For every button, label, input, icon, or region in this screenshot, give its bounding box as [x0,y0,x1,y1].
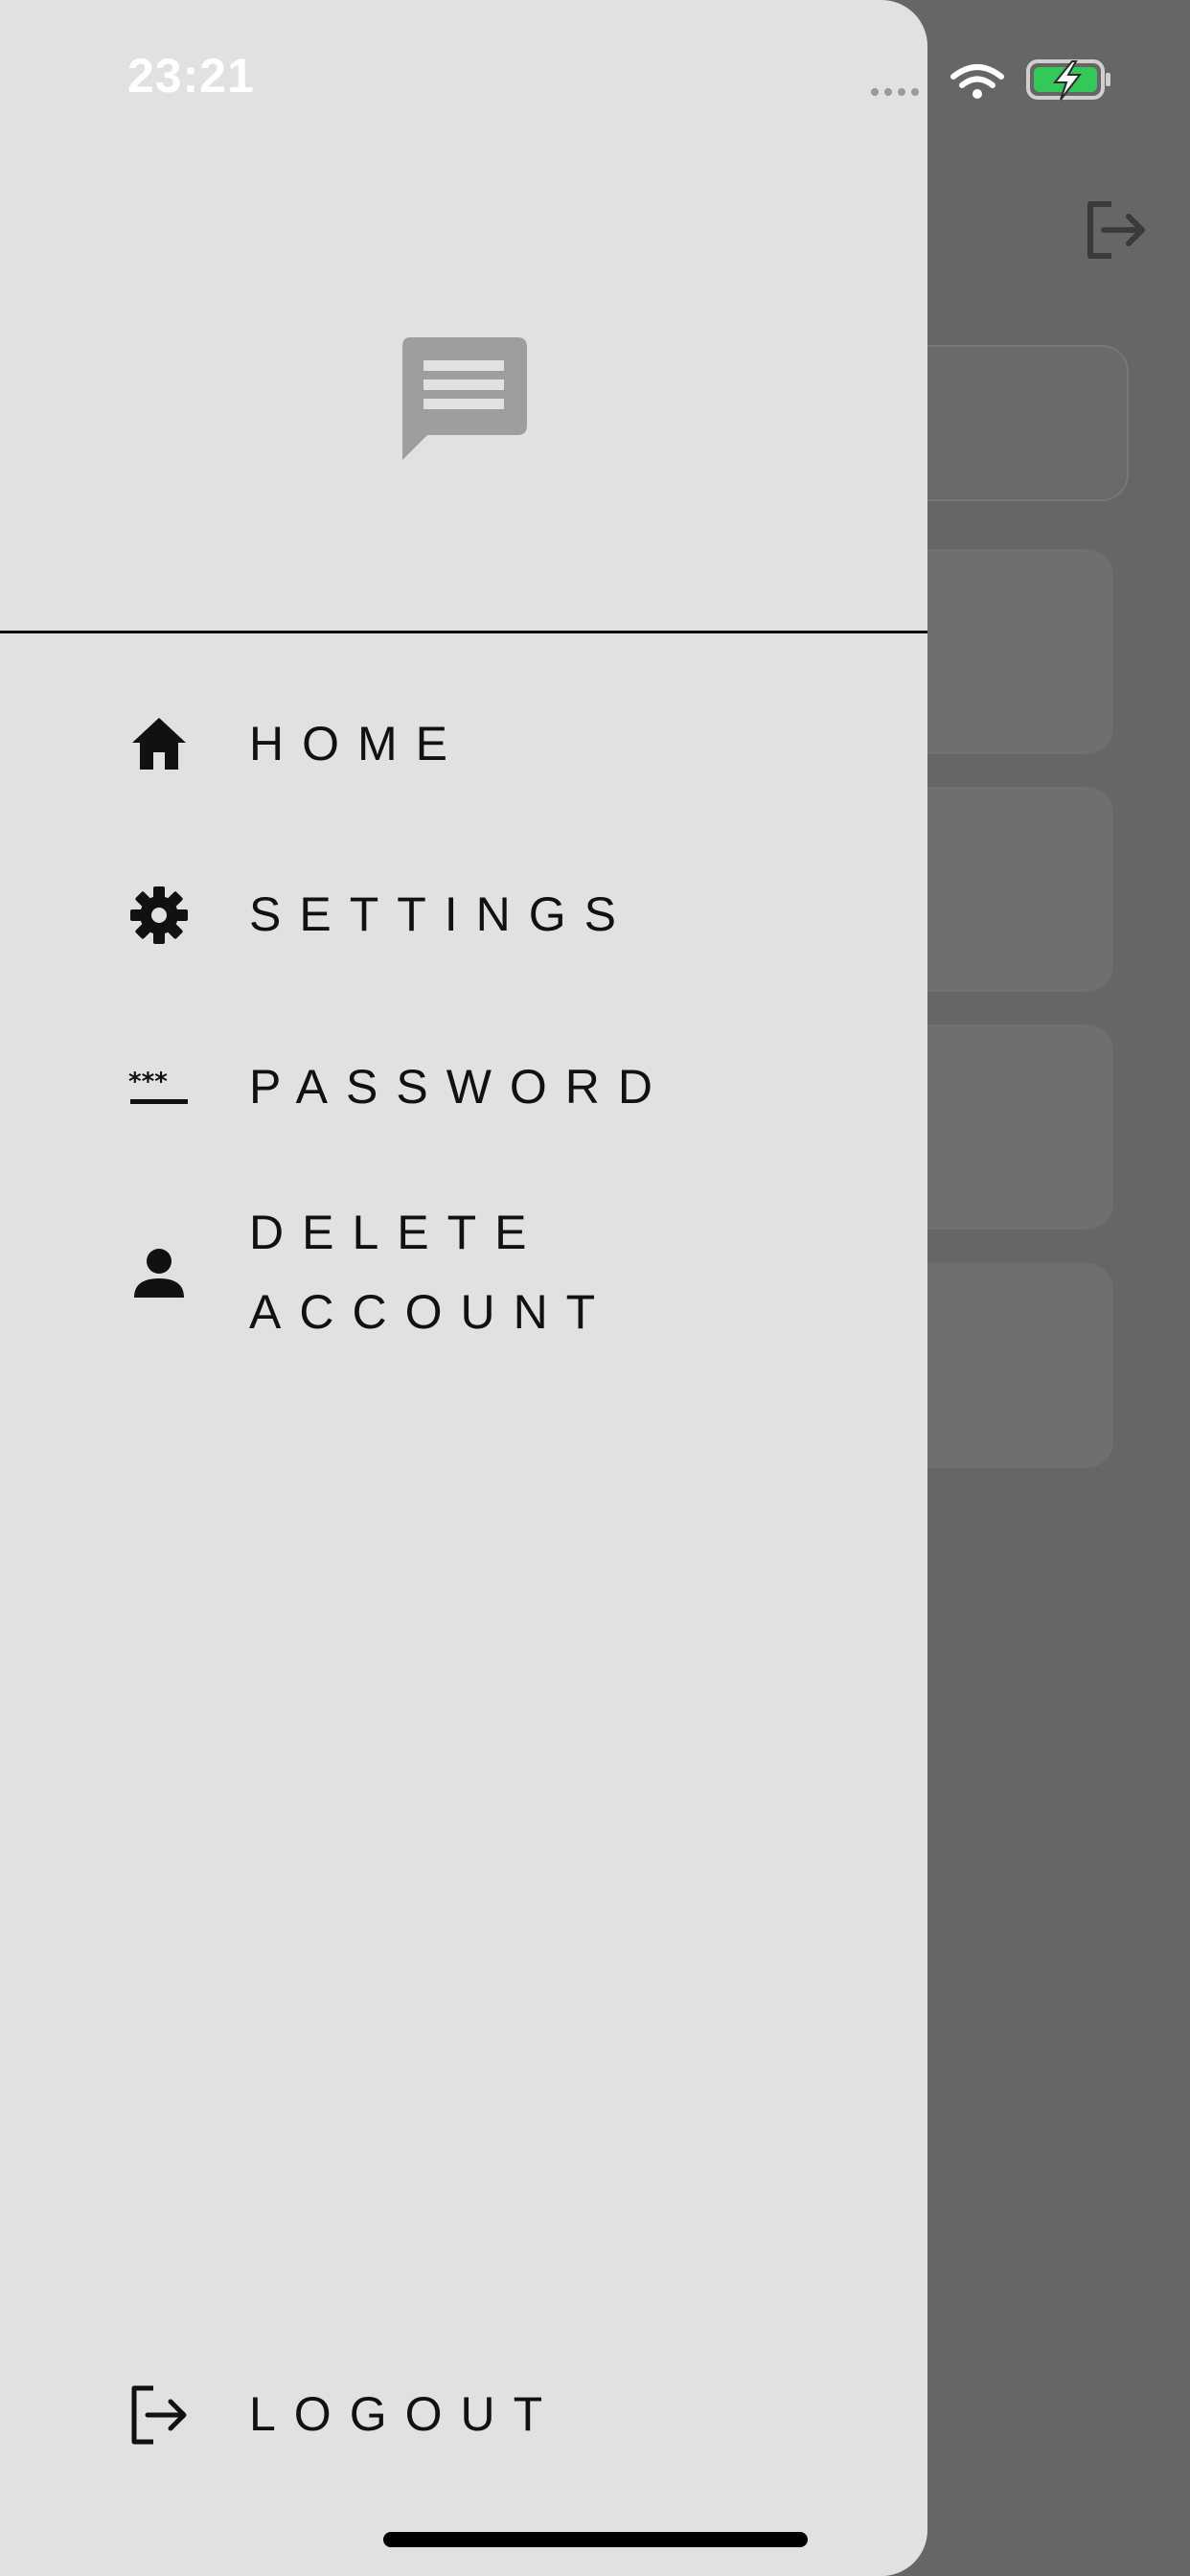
gear-icon [130,886,188,944]
svg-text:***: *** [128,1068,168,1096]
menu-item-password[interactable]: *** PASSWORD [0,1047,927,1127]
menu-item-logout[interactable]: LOGOUT [0,2375,927,2454]
menu-item-label: HOME [249,717,466,770]
menu-item-home[interactable]: HOME [0,704,927,784]
signal-icon [871,88,919,96]
home-icon [132,718,186,770]
home-indicator[interactable] [383,2532,808,2547]
menu-item-label-line1: DELETE [249,1206,545,1259]
chat-message-icon [402,337,527,460]
menu-item-settings[interactable]: SETTINGS [0,875,927,954]
wifi-icon [950,64,1004,88]
status-time: 23:21 [127,49,255,103]
header-divider [0,631,927,633]
background-logout-icon [1087,201,1145,259]
menu-item-delete-account[interactable]: DELETE ACCOUNT [0,1193,927,1352]
navigation-drawer: HOME SETTINGS *** PASSWORD DELETE ACCOUN… [0,0,927,2576]
wifi-dot [973,89,982,99]
menu-item-label: SETTINGS [249,887,635,941]
status-icons [871,59,1110,101]
password-icon: *** [128,1068,188,1104]
menu-item-label-line2: ACCOUNT [249,1285,614,1339]
menu-item-label: PASSWORD [249,1060,671,1114]
battery-icon [1026,59,1110,101]
menu-item-label: LOGOUT [249,2387,561,2441]
person-icon [134,1249,184,1298]
logout-icon [131,2385,187,2445]
